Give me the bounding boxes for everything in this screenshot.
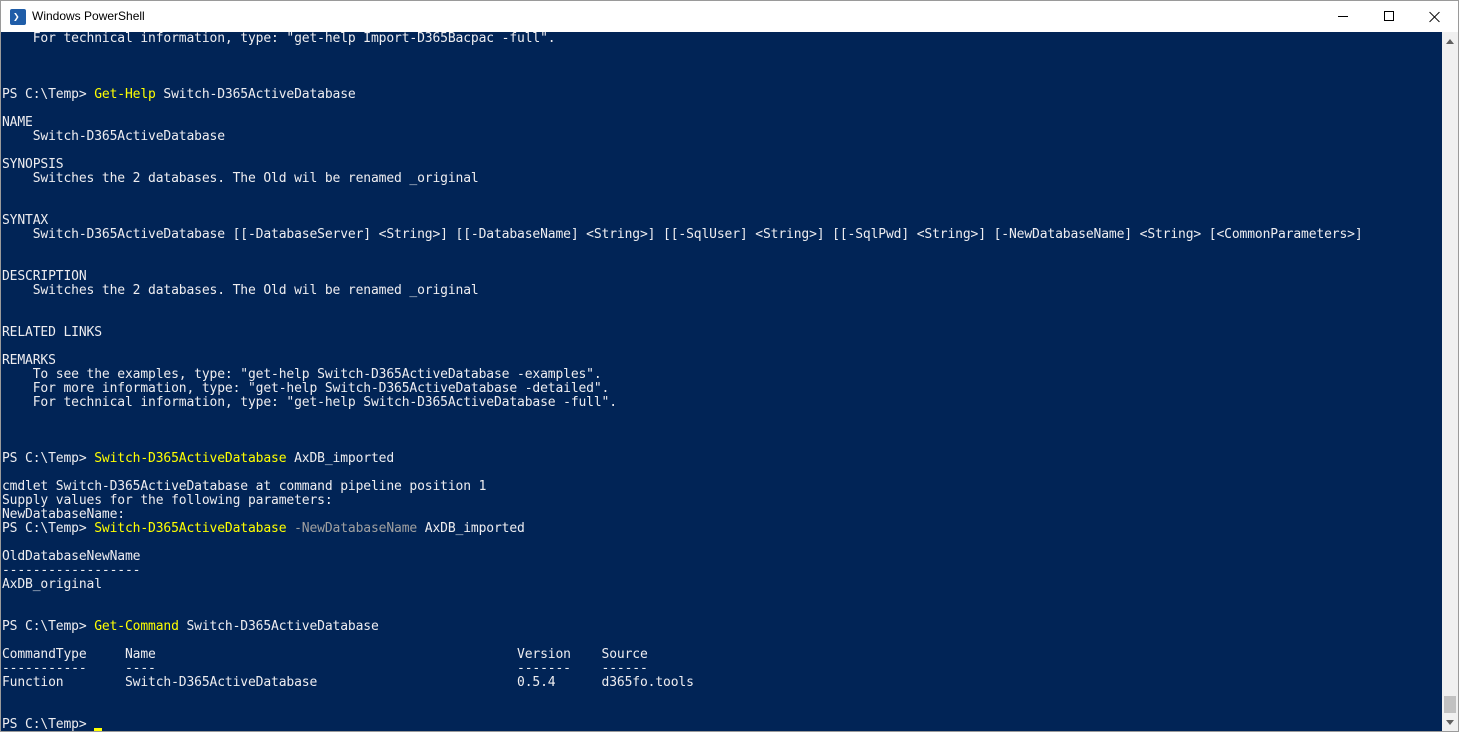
command-name: Switch-D365ActiveDatabase	[94, 521, 287, 536]
title-bar[interactable]: ❯ Windows PowerShell	[1, 1, 1458, 32]
minimize-icon	[1338, 16, 1348, 17]
scroll-down-arrow-icon[interactable]	[1446, 720, 1454, 725]
command-args: Switch-D365ActiveDatabase	[155, 87, 356, 102]
table-underline-row: ----------- ---- ------- ------	[2, 661, 648, 676]
help-synopsis-value: Switches the 2 databases. The Old wil be…	[2, 171, 479, 186]
maximize-button[interactable]	[1366, 1, 1412, 32]
powershell-icon[interactable]: ❯	[10, 9, 26, 25]
command-parameter: -NewDatabaseName	[286, 521, 418, 536]
table-row: Function Switch-D365ActiveDatabase 0.5.4…	[2, 675, 694, 690]
powershell-window: ❯ Windows PowerShell For technical infor…	[0, 0, 1459, 732]
pipeline-line: Supply values for the following paramete…	[2, 493, 333, 508]
command-args: AxDB_imported	[286, 451, 395, 466]
help-related-links-header: RELATED LINKS	[2, 325, 102, 340]
command-args: Switch-D365ActiveDatabase	[178, 619, 379, 634]
command-name: Switch-D365ActiveDatabase	[94, 451, 287, 466]
window-title: Windows PowerShell	[32, 9, 145, 23]
prompt: PS C:\Temp>	[2, 619, 95, 634]
help-tail-line: For technical information, type: "get-he…	[2, 32, 556, 46]
prompt: PS C:\Temp>	[2, 451, 95, 466]
text-cursor	[94, 728, 103, 731]
help-description-header: DESCRIPTION	[2, 269, 87, 284]
close-button[interactable]	[1412, 1, 1458, 32]
command-name: Get-Help	[94, 87, 156, 102]
result-value: AxDB_original	[2, 577, 102, 592]
help-remarks-line: For technical information, type: "get-he…	[2, 395, 617, 410]
prompt: PS C:\Temp>	[2, 87, 95, 102]
table-header-row: CommandType Name Version Source	[2, 647, 648, 662]
powershell-icon-glyph: ❯	[13, 10, 20, 23]
scroll-thumb[interactable]	[1444, 696, 1456, 713]
help-syntax-value: Switch-D365ActiveDatabase [[-DatabaseSer…	[2, 227, 1363, 242]
prompt-line-switch: PS C:\Temp> Switch-D365ActiveDatabase Ax…	[2, 452, 394, 466]
minimize-button[interactable]	[1320, 1, 1366, 32]
pipeline-line: NewDatabaseName:	[2, 507, 125, 522]
vertical-scrollbar[interactable]	[1442, 32, 1458, 731]
prompt-line-switch-named: PS C:\Temp> Switch-D365ActiveDatabase -N…	[2, 522, 525, 536]
close-icon	[1429, 11, 1441, 23]
help-name-value: Switch-D365ActiveDatabase	[2, 129, 225, 144]
console-output[interactable]: For technical information, type: "get-he…	[1, 32, 1442, 732]
pipeline-line: cmdlet Switch-D365ActiveDatabase at comm…	[2, 479, 487, 494]
command-args: AxDB_imported	[417, 521, 525, 536]
prompt: PS C:\Temp>	[2, 717, 95, 732]
help-remarks-line: To see the examples, type: "get-help Swi…	[2, 367, 602, 382]
help-remarks-header: REMARKS	[2, 353, 56, 368]
prompt-line-get-help: PS C:\Temp> Get-Help Switch-D365ActiveDa…	[2, 88, 356, 102]
result-header: OldDatabaseNewName	[2, 549, 141, 564]
help-description-value: Switches the 2 databases. The Old wil be…	[2, 283, 479, 298]
scroll-up-arrow-icon[interactable]	[1446, 39, 1454, 44]
result-underline: ------------------	[2, 563, 141, 578]
maximize-icon	[1384, 11, 1394, 21]
prompt: PS C:\Temp>	[2, 521, 95, 536]
command-name: Get-Command	[94, 619, 179, 634]
help-name-header: NAME	[2, 115, 33, 130]
prompt-line-final[interactable]: PS C:\Temp>	[2, 717, 103, 732]
help-remarks-line: For more information, type: "get-help Sw…	[2, 381, 610, 396]
help-synopsis-header: SYNOPSIS	[2, 157, 64, 172]
prompt-line-get-command: PS C:\Temp> Get-Command Switch-D365Activ…	[2, 620, 379, 634]
help-syntax-header: SYNTAX	[2, 213, 49, 228]
